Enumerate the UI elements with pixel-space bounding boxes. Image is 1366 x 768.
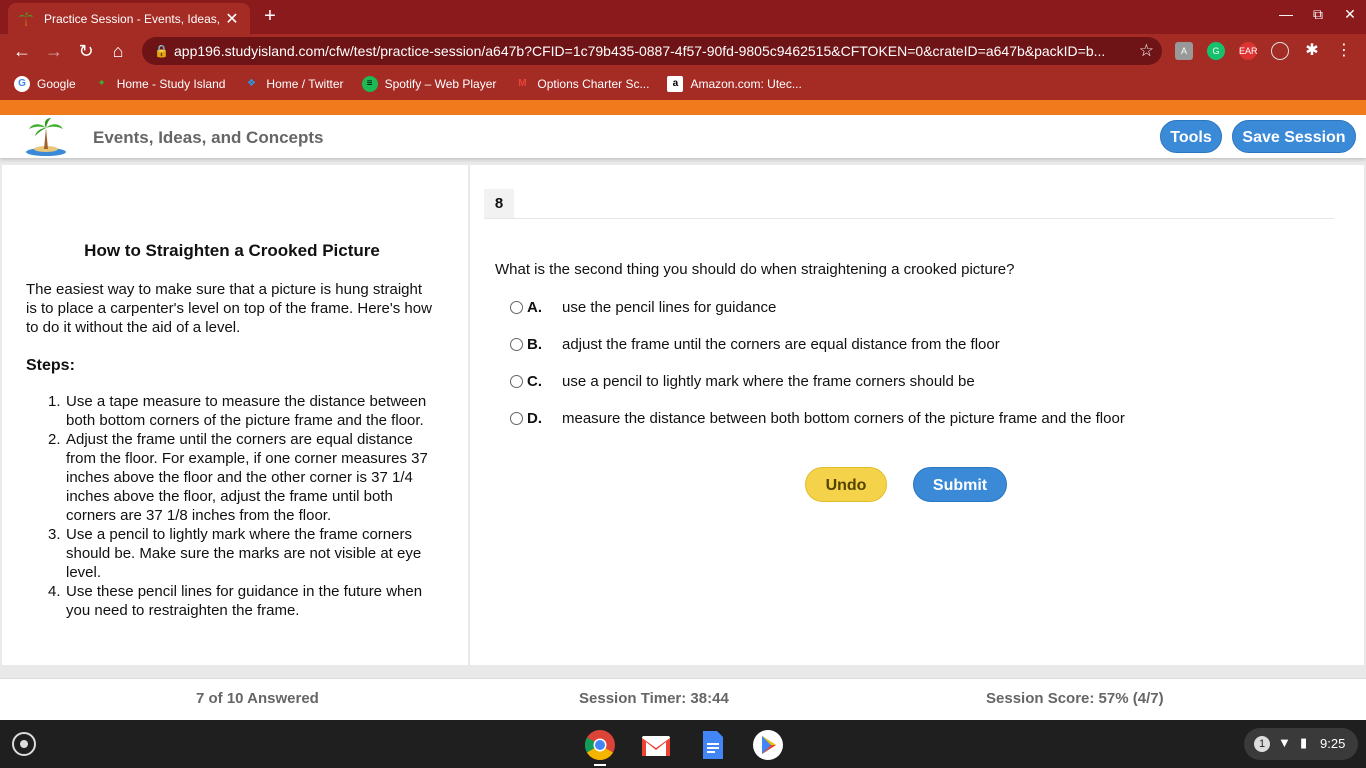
bookmark-spotify[interactable]: ≡ Spotify – Web Player [361,76,496,92]
clock: 9:25 [1320,736,1346,751]
answer-choice-d[interactable]: D. measure the distance between both bot… [510,408,1125,428]
step-item: 1. Use a tape measure to measure the dis… [48,393,427,429]
tools-label: Tools [1170,129,1212,146]
answer-choice-c[interactable]: C. use a pencil to lightly mark where th… [510,371,975,391]
tab-title: Practice Session - Events, Ideas, [44,11,221,26]
docs-icon[interactable] [696,729,728,761]
gmail-icon[interactable] [640,729,672,761]
passage-title: How to Straighten a Crooked Picture [84,241,380,260]
notification-count-badge: 1 [1254,736,1270,752]
wifi-icon: ▼ [1278,735,1291,750]
twitter-icon: ❖ [246,78,256,89]
restore-icon[interactable]: ⧉ [1306,6,1330,23]
system-tray[interactable]: 1 ▼ ▮ 9:25 [1244,728,1358,760]
question-panel: 8 What is the second thing you should do… [470,165,1364,665]
active-app-indicator [594,764,606,766]
browser-tab-strip: Practice Session - Events, Ideas, ✕ + — … [0,0,1366,34]
amazon-icon: a [667,76,684,92]
bookmark-twitter[interactable]: ❖ Home / Twitter [243,76,344,92]
google-icon: G [14,76,30,92]
address-bar[interactable]: 🔒 app196.studyisland.com/cfw/test/practi… [142,37,1162,65]
save-session-label: Save Session [1242,129,1346,146]
bookmark-google[interactable]: G Google [14,76,76,92]
puzzle-extensions-icon[interactable]: ✱ [1303,42,1321,60]
chrome-icon[interactable] [584,729,616,761]
extension-icon[interactable]: A [1175,42,1193,60]
back-arrow-icon[interactable]: ← [10,39,34,63]
new-tab-button[interactable]: + [258,5,282,29]
study-island-logo [26,118,66,156]
answer-choice-a[interactable]: A. use the pencil lines for guidance [510,297,776,317]
steps-heading: Steps: [26,357,75,374]
radio-d[interactable] [510,411,523,425]
kebab-menu-icon[interactable]: ⋮ [1335,42,1353,60]
grammarly-icon[interactable]: G [1207,42,1225,60]
bookmarks-bar: G Google ✦ Home - Study Island ❖ Home / … [0,68,1366,100]
palm-tree-icon [19,11,33,26]
forward-arrow-icon[interactable]: → [42,39,66,63]
gmail-icon: M [518,78,527,89]
page-title: Events, Ideas, and Concepts [93,128,324,147]
passage-intro: The easiest way to make sure that a pict… [26,281,432,336]
browser-toolbar: ← → ↻ ⌂ 🔒 app196.studyisland.com/cfw/tes… [0,34,1366,68]
tools-button[interactable]: Tools [1160,120,1222,153]
play-store-icon[interactable] [752,729,784,761]
step-item: 3. Use a pencil to lightly mark where th… [48,526,422,581]
steps-list: 1. Use a tape measure to measure the dis… [48,392,442,620]
bookmark-star-icon[interactable]: ☆ [1139,37,1154,65]
session-score: Session Score: 57% (4/7) [986,690,1164,707]
divider [484,218,1334,219]
answer-choice-b[interactable]: B. adjust the frame until the corners ar… [510,334,1000,354]
header-accent-strip [0,100,1366,115]
lock-icon: 🔒 [154,44,169,58]
step-item: 2. Adjust the frame until the corners ar… [48,431,428,524]
reload-icon[interactable]: ↻ [74,39,98,63]
window-close-icon[interactable]: ✕ [1338,6,1362,23]
ear-icon[interactable]: EAR [1239,42,1258,60]
os-shelf: 1 ▼ ▮ 9:25 [0,720,1366,768]
radio-b[interactable] [510,337,523,351]
battery-icon: ▮ [1300,735,1308,750]
session-status-bar: 7 of 10 Answered Session Timer: 38:44 Se… [0,678,1366,720]
spotify-icon: ≡ [361,76,378,92]
minimize-icon[interactable]: — [1274,6,1298,22]
bookmark-options-charter[interactable]: M Options Charter Sc... [514,76,649,92]
undo-button[interactable]: Undo [805,467,887,502]
url-text: app196.studyisland.com/cfw/test/practice… [174,43,1106,59]
step-item: 4. Use these pencil lines for guidance i… [48,583,423,619]
radio-c[interactable] [510,374,523,388]
save-session-button[interactable]: Save Session [1232,120,1356,153]
question-number: 8 [484,189,514,219]
bookmark-amazon[interactable]: a Amazon.com: Utec... [667,76,802,92]
session-timer: Session Timer: 38:44 [579,690,729,707]
app-header: Events, Ideas, and Concepts Tools Save S… [0,115,1366,158]
question-text: What is the second thing you should do w… [495,261,1015,278]
palm-tree-icon: ✦ [97,78,106,89]
radio-a[interactable] [510,300,523,314]
launcher-icon[interactable] [12,732,36,756]
answered-count: 7 of 10 Answered [196,690,319,707]
home-icon[interactable]: ⌂ [106,39,130,63]
browser-tab[interactable]: Practice Session - Events, Ideas, ✕ [8,3,250,34]
screenshot-extension-icon[interactable] [1271,42,1289,60]
tab-close-icon[interactable]: ✕ [224,9,240,29]
passage-panel: How to Straighten a Crooked Picture The … [2,165,468,665]
submit-button[interactable]: Submit [913,467,1007,502]
bookmark-study-island[interactable]: ✦ Home - Study Island [94,76,226,92]
